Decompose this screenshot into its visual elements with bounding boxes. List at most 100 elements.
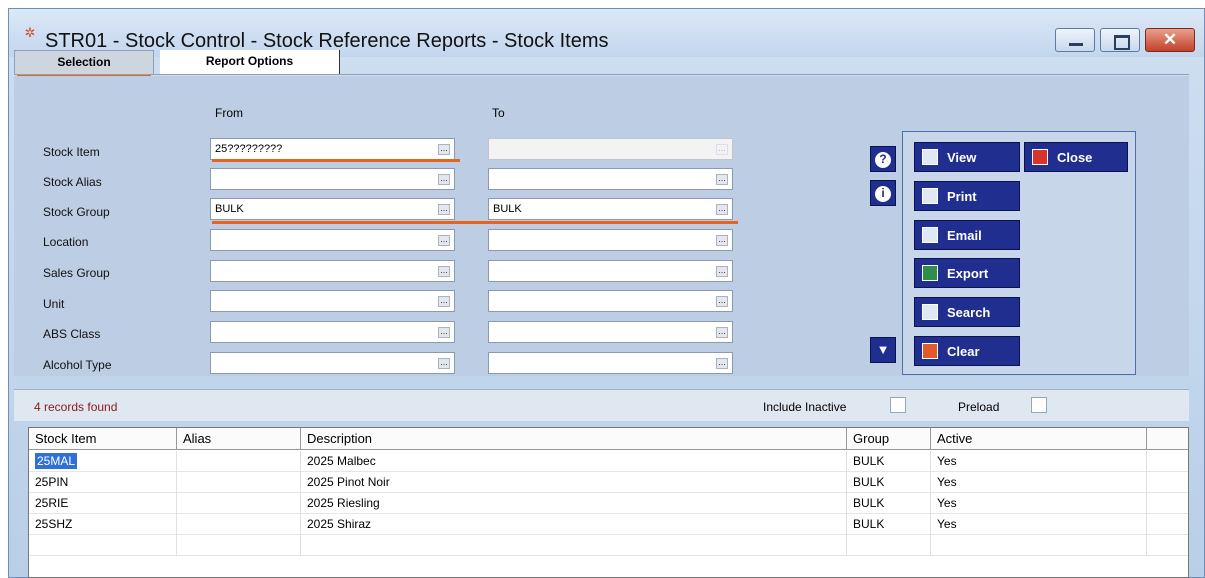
cell-active[interactable]: Yes xyxy=(931,472,1147,493)
view-button[interactable]: View xyxy=(914,142,1020,172)
stock-group-from-input[interactable]: BULK ... xyxy=(210,198,455,220)
cell-stock-item[interactable]: 25RIE xyxy=(29,493,177,514)
export-button[interactable]: Export xyxy=(914,258,1020,288)
cell-stock-item[interactable]: 25MAL xyxy=(29,451,177,472)
cell-empty xyxy=(29,535,177,556)
cell-active[interactable]: Yes xyxy=(931,493,1147,514)
sales-group-to-input[interactable]: ... xyxy=(488,260,733,282)
cell-active[interactable]: Yes xyxy=(931,451,1147,472)
preload-label: Preload xyxy=(958,400,1000,414)
email-button[interactable]: Email xyxy=(914,220,1020,250)
lookup-icon: ... xyxy=(716,144,728,155)
stock-alias-to-input[interactable]: ... xyxy=(488,168,733,190)
label-sales-group: Sales Group xyxy=(43,266,110,280)
column-group[interactable]: Group xyxy=(847,428,931,450)
lookup-icon[interactable]: ... xyxy=(438,266,450,277)
lookup-icon[interactable]: ... xyxy=(716,266,728,277)
sales-group-from-input[interactable]: ... xyxy=(210,260,455,282)
printer-icon xyxy=(922,188,938,204)
search-label: Search xyxy=(947,305,991,320)
stock-item-from-input[interactable]: 25????????? ... xyxy=(210,138,455,160)
export-label: Export xyxy=(947,266,989,281)
lookup-icon[interactable]: ... xyxy=(438,174,450,185)
cell-description[interactable]: 2025 Shiraz xyxy=(301,514,847,535)
column-alias[interactable]: Alias xyxy=(177,428,301,450)
window-close-button[interactable]: ✕ xyxy=(1145,28,1195,52)
tab-selection[interactable]: Selection xyxy=(14,50,154,78)
table-row[interactable]: 25PIN 2025 Pinot Noir BULK Yes xyxy=(29,472,1188,493)
lookup-icon[interactable]: ... xyxy=(438,327,450,338)
highlight-underline xyxy=(212,221,738,224)
table-row[interactable]: 25SHZ 2025 Shiraz BULK Yes xyxy=(29,514,1188,535)
lookup-icon[interactable]: ... xyxy=(438,296,450,307)
cell-group[interactable]: BULK xyxy=(847,514,931,535)
lookup-icon[interactable]: ... xyxy=(716,327,728,338)
cell-description[interactable]: 2025 Riesling xyxy=(301,493,847,514)
lookup-icon[interactable]: ... xyxy=(716,296,728,307)
cell-description[interactable]: 2025 Malbec xyxy=(301,451,847,472)
alcohol-type-to-input[interactable]: ... xyxy=(488,352,733,374)
label-unit: Unit xyxy=(43,297,65,311)
lookup-icon[interactable]: ... xyxy=(716,204,728,215)
lookup-icon[interactable]: ... xyxy=(716,174,728,185)
close-button[interactable]: Close xyxy=(1024,142,1128,172)
cell-empty xyxy=(177,535,301,556)
close-icon: ✕ xyxy=(1162,30,1178,49)
cell-alias[interactable] xyxy=(177,472,301,493)
abs-class-to-input[interactable]: ... xyxy=(488,321,733,343)
results-grid: Stock Item Alias Description Group Activ… xyxy=(28,427,1189,578)
maximize-button[interactable] xyxy=(1100,28,1140,52)
clear-button[interactable]: Clear xyxy=(914,336,1020,366)
cell-alias[interactable] xyxy=(177,514,301,535)
cell-stock-item[interactable]: 25PIN xyxy=(29,472,177,493)
column-stock-item[interactable]: Stock Item xyxy=(29,428,177,450)
cell-empty xyxy=(301,535,847,556)
cell-group[interactable]: BULK xyxy=(847,493,931,514)
expand-button[interactable]: ▼ xyxy=(870,337,896,363)
location-from-input[interactable]: ... xyxy=(210,229,455,251)
stock-alias-from-input[interactable]: ... xyxy=(210,168,455,190)
cell-group[interactable]: BULK xyxy=(847,451,931,472)
search-button[interactable]: Search xyxy=(914,297,1020,327)
down-arrow-icon: ▼ xyxy=(876,342,890,357)
include-inactive-checkbox[interactable] xyxy=(890,397,906,413)
lookup-icon[interactable]: ... xyxy=(716,235,728,246)
eraser-icon xyxy=(922,343,938,359)
highlight-underline xyxy=(212,159,460,162)
stock-item-to-input: ... xyxy=(488,138,733,160)
print-label: Print xyxy=(947,189,977,204)
lookup-icon[interactable]: ... xyxy=(438,204,450,215)
table-row[interactable]: 25RIE 2025 Riesling BULK Yes xyxy=(29,493,1188,514)
app-icon: ✲ xyxy=(24,25,36,40)
table-row[interactable]: 25MAL 2025 Malbec BULK Yes xyxy=(29,451,1188,472)
abs-class-from-input[interactable]: ... xyxy=(210,321,455,343)
clear-label: Clear xyxy=(947,344,980,359)
tab-divider xyxy=(14,74,1189,75)
column-description[interactable]: Description xyxy=(301,428,847,450)
unit-to-input[interactable]: ... xyxy=(488,290,733,312)
cell-alias[interactable] xyxy=(177,493,301,514)
cell-description[interactable]: 2025 Pinot Noir xyxy=(301,472,847,493)
cell-group[interactable]: BULK xyxy=(847,472,931,493)
cell-alias[interactable] xyxy=(177,451,301,472)
label-stock-group: Stock Group xyxy=(43,205,110,219)
cell-active[interactable]: Yes xyxy=(931,514,1147,535)
unit-from-input[interactable]: ... xyxy=(210,290,455,312)
records-found-text: 4 records found xyxy=(34,400,118,414)
info-button[interactable]: i xyxy=(870,180,896,206)
stock-group-to-input[interactable]: BULK ... xyxy=(488,198,733,220)
location-to-input[interactable]: ... xyxy=(488,229,733,251)
preload-checkbox[interactable] xyxy=(1031,397,1047,413)
column-active[interactable]: Active xyxy=(931,428,1147,450)
lookup-icon[interactable]: ... xyxy=(438,144,450,155)
lookup-icon[interactable]: ... xyxy=(716,358,728,369)
lookup-icon[interactable]: ... xyxy=(438,235,450,246)
cell-empty xyxy=(931,535,1147,556)
tab-report-options[interactable]: Report Options xyxy=(160,50,340,74)
minimize-button[interactable] xyxy=(1055,28,1095,52)
print-button[interactable]: Print xyxy=(914,181,1020,211)
alcohol-type-from-input[interactable]: ... xyxy=(210,352,455,374)
cell-stock-item[interactable]: 25SHZ xyxy=(29,514,177,535)
help-button[interactable]: ? xyxy=(870,146,896,172)
lookup-icon[interactable]: ... xyxy=(438,358,450,369)
